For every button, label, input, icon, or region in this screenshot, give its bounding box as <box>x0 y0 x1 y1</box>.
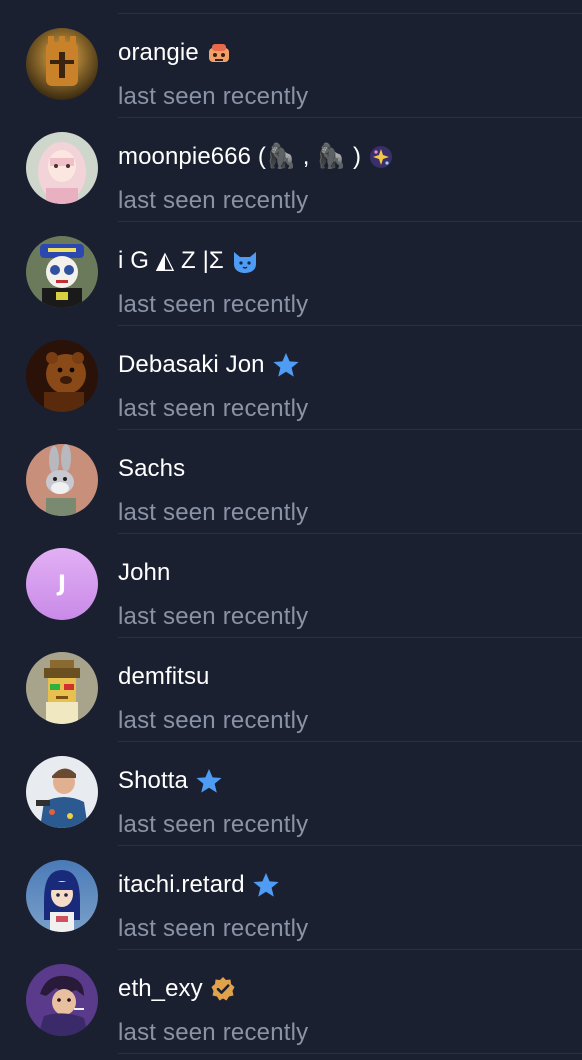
contact-list: orangie last seen recently moonpie666 (🦍… <box>0 0 582 1060</box>
contact-row-eth-exy[interactable]: eth_exy last seen recently <box>0 950 582 1054</box>
cat-face-icon <box>231 248 259 274</box>
contact-status: last seen recently <box>118 915 309 942</box>
anime-character-avatar <box>26 964 98 1036</box>
contact-row-john[interactable]: J John last seen recently <box>0 534 582 638</box>
pixel-character-avatar <box>26 652 98 724</box>
anime-girl-avatar <box>26 132 98 204</box>
contact-status: last seen recently <box>118 811 309 838</box>
contact-name: itachi.retard <box>118 871 245 898</box>
contact-row-sachs[interactable]: Sachs last seen recently <box>0 430 582 534</box>
contact-name: eth_exy <box>118 975 203 1002</box>
contact-name: orangie <box>118 39 199 66</box>
contact-status: last seen recently <box>118 291 309 318</box>
verified-badge-icon <box>210 976 236 1002</box>
contact-status: last seen recently <box>118 83 309 110</box>
contact-row-igaz[interactable]: i G ◭ Z |Σ last seen recently <box>0 222 582 326</box>
contact-name: i G ◭ Z |Σ <box>118 247 224 274</box>
contact-name: John <box>118 559 171 586</box>
contact-status: last seen recently <box>118 707 309 734</box>
rabbit-cartoon-avatar <box>26 444 98 516</box>
contact-name: Debasaki Jon <box>118 351 265 378</box>
masked-character-avatar <box>26 236 98 308</box>
sparkles-icon <box>368 144 394 170</box>
knight-avatar <box>26 28 98 100</box>
star-icon <box>195 767 223 795</box>
person-photo-avatar <box>26 756 98 828</box>
blue-hair-avatar <box>26 860 98 932</box>
contact-status: last seen recently <box>118 395 309 422</box>
contact-status: last seen recently <box>118 187 309 214</box>
contact-name: Sachs <box>118 455 186 482</box>
emoji-robot-icon <box>206 40 232 66</box>
contact-row-itachi-retard[interactable]: itachi.retard last seen recently <box>0 846 582 950</box>
contact-status: last seen recently <box>118 1019 309 1046</box>
bear-avatar <box>26 340 98 412</box>
contact-row-debasaki-jon[interactable]: Debasaki Jon last seen recently <box>0 326 582 430</box>
contact-status: last seen recently <box>118 603 309 630</box>
star-icon <box>272 351 300 379</box>
star-icon <box>252 871 280 899</box>
contact-name: moonpie666 (🦍 , 🦍 ) <box>118 143 362 170</box>
contact-row-demfitsu[interactable]: demfitsu last seen recently <box>0 638 582 742</box>
contact-row-moonpie666[interactable]: moonpie666 (🦍 , 🦍 ) last seen recently <box>0 118 582 222</box>
letter-avatar: J <box>26 548 98 620</box>
contact-name: Shotta <box>118 767 188 794</box>
contact-row-shotta[interactable]: Shotta last seen recently <box>0 742 582 846</box>
contact-row-orangie[interactable]: orangie last seen recently <box>0 14 582 118</box>
divider <box>118 1053 582 1054</box>
contact-status: last seen recently <box>118 499 309 526</box>
contact-name: demfitsu <box>118 663 210 690</box>
